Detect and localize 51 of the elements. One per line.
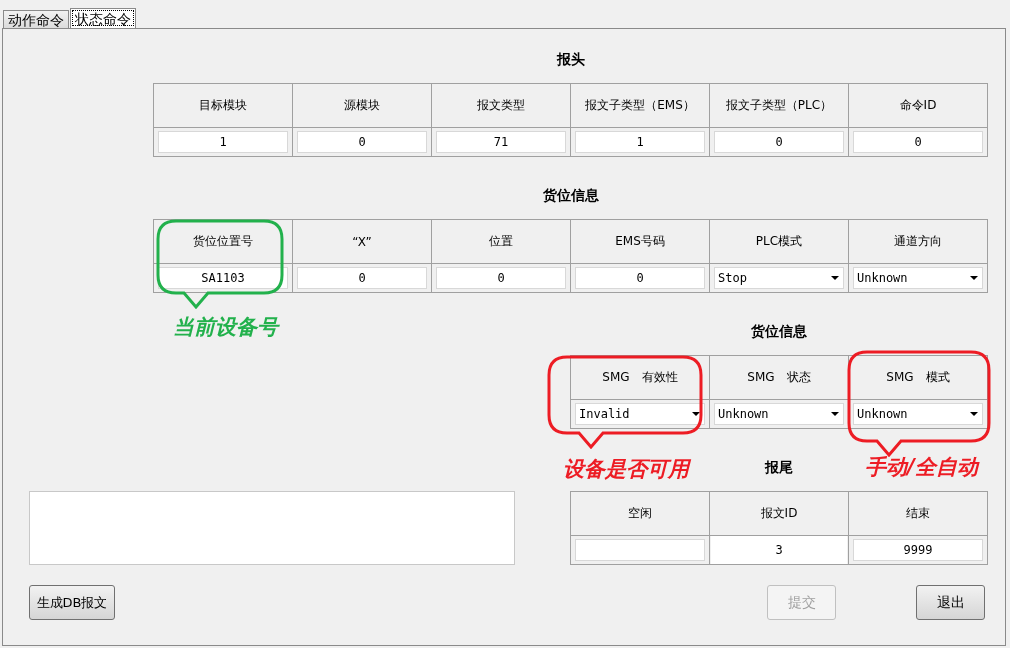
column-header: 位置	[432, 220, 570, 263]
input-field[interactable]: 0	[297, 131, 427, 153]
caret-icon	[831, 412, 839, 416]
annotation-label: 手动/全自动	[865, 454, 978, 481]
input-field[interactable]: 9999	[853, 539, 983, 561]
input-field[interactable]: 1	[575, 131, 705, 153]
input-field[interactable]: 0	[714, 131, 844, 153]
column-header: SMG 状态	[710, 356, 848, 399]
column-header: 报文子类型（EMS）	[571, 84, 709, 127]
section-title: 货位信息	[542, 187, 599, 205]
input-field[interactable]: 0	[436, 267, 566, 289]
caret-icon	[970, 276, 978, 280]
action-button[interactable]: 退出	[916, 585, 985, 620]
column-header: 通道方向	[849, 220, 987, 263]
column-header: “X”	[293, 220, 431, 263]
column-header: EMS号码	[571, 220, 709, 263]
column-header: 目标模块	[154, 84, 292, 127]
caret-icon	[970, 412, 978, 416]
caret-icon	[831, 276, 839, 280]
column-header: 结束	[849, 492, 987, 535]
input-field[interactable]: 0	[575, 267, 705, 289]
column-header: 报文ID	[710, 492, 848, 535]
dropdown[interactable]: Unknown	[853, 267, 983, 289]
input-field[interactable]: 0	[853, 131, 983, 153]
column-header: PLC模式	[710, 220, 848, 263]
dropdown[interactable]: Unknown	[714, 403, 844, 425]
column-header: 报文子类型（PLC）	[710, 84, 848, 127]
column-header: 命令ID	[849, 84, 987, 127]
dropdown[interactable]: Invalid	[575, 403, 705, 425]
column-header: 源模块	[293, 84, 431, 127]
input-field[interactable]: 1	[158, 131, 288, 153]
input-field[interactable]: 0	[297, 267, 427, 289]
column-header: 空闲	[571, 492, 709, 535]
column-header: SMG 模式	[849, 356, 987, 399]
input-field[interactable]: 71	[436, 131, 566, 153]
text-area[interactable]	[29, 491, 515, 565]
section-title: 报头	[556, 51, 585, 69]
section-title: 货位信息	[751, 323, 807, 341]
action-button[interactable]: 生成DB报文	[29, 585, 115, 620]
column-header: 报文类型	[432, 84, 570, 127]
column-header: SMG 有效性	[571, 356, 709, 399]
value-cell: 3	[711, 536, 847, 564]
dropdown[interactable]: Unknown	[853, 403, 983, 425]
tab[interactable]: 动作命令	[3, 10, 69, 28]
dropdown[interactable]: Stop	[714, 267, 844, 289]
input-field[interactable]: SA1103	[158, 267, 288, 289]
section-title: 报尾	[765, 459, 793, 477]
input-field[interactable]	[575, 539, 705, 561]
annotation-label: 设备是否可用	[563, 456, 689, 483]
caret-icon	[692, 412, 700, 416]
annotation-label: 当前设备号	[173, 314, 278, 341]
